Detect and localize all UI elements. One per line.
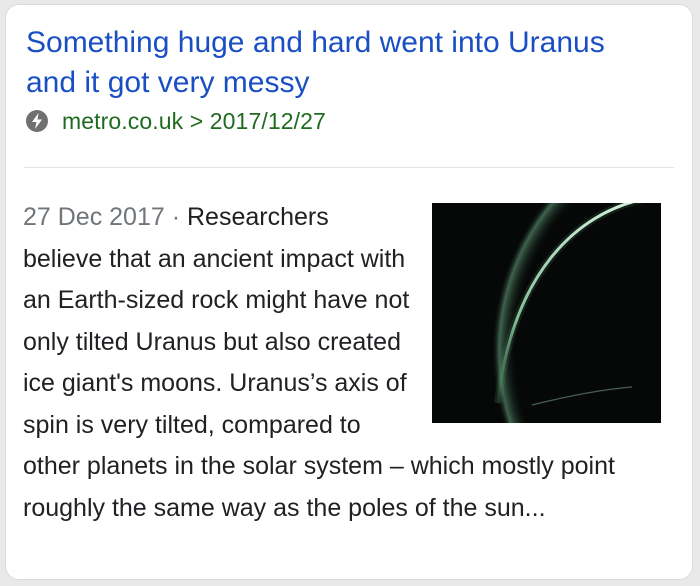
result-divider (24, 167, 674, 168)
result-source-url[interactable]: metro.co.uk > 2017/12/27 (62, 108, 326, 135)
result-title-link[interactable]: Something huge and hard went into Uranus… (26, 23, 626, 103)
uranus-crescent-image[interactable] (432, 203, 661, 423)
result-date: 27 Dec 2017 (23, 203, 165, 231)
date-separator: · (164, 203, 187, 231)
result-source-row: metro.co.uk > 2017/12/27 (26, 106, 326, 136)
amp-lightning-icon (26, 110, 48, 132)
result-snippet-block: 27 Dec 2017 · Researchers believe that a… (23, 197, 663, 529)
search-result-card: Something huge and hard went into Uranus… (5, 4, 693, 580)
